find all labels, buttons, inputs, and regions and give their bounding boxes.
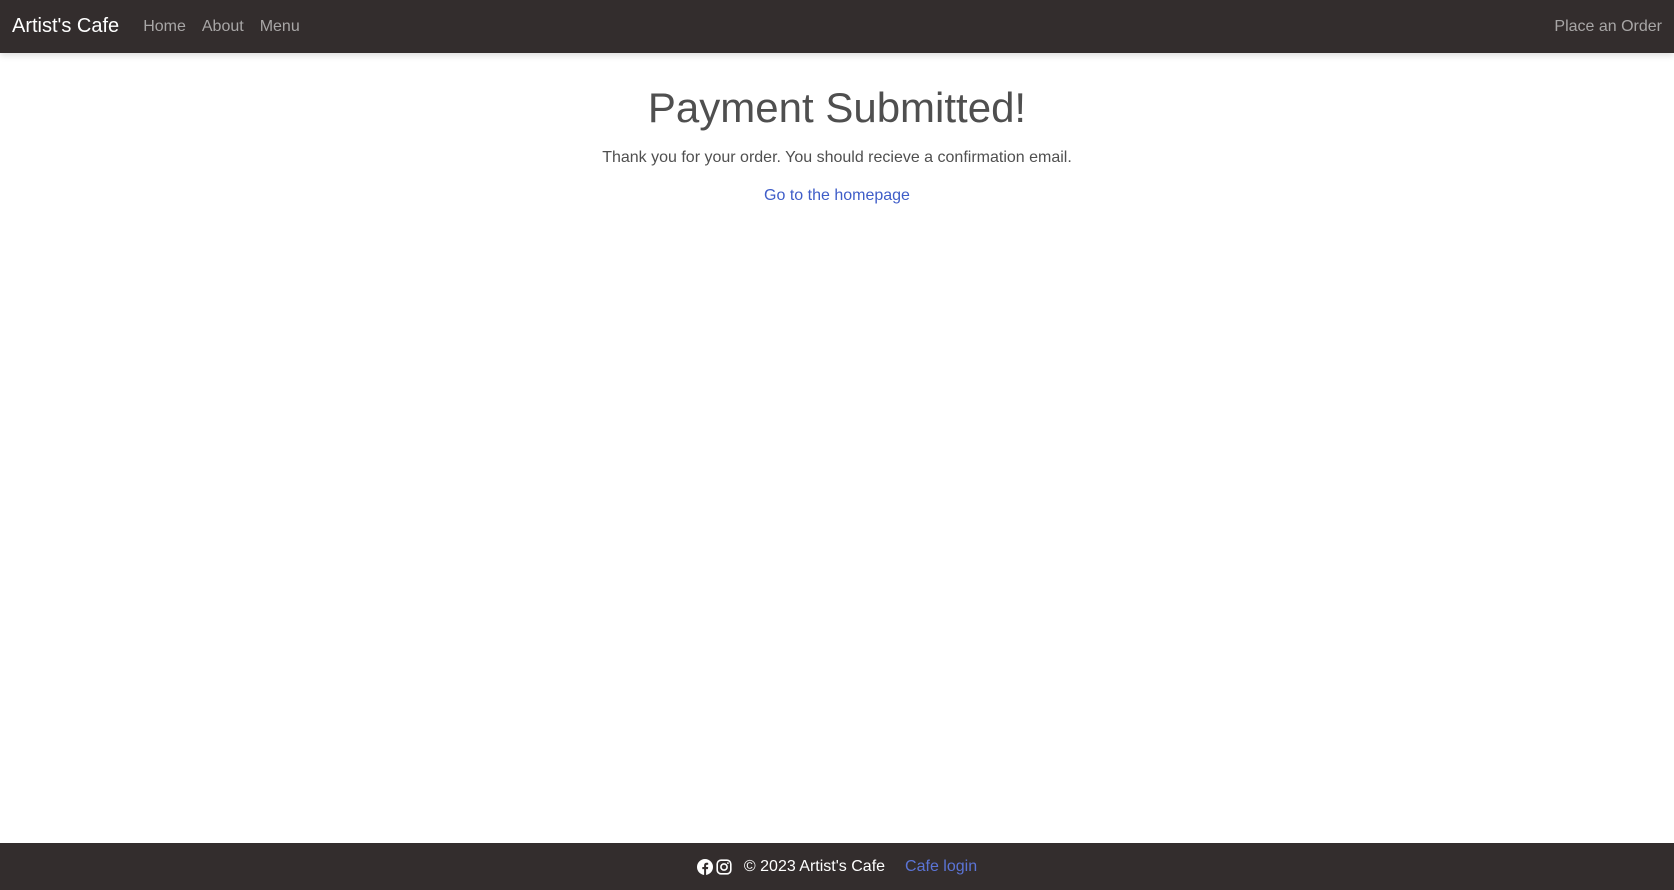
- nav-link-menu[interactable]: Menu: [260, 18, 300, 36]
- copyright-text: © 2023 Artist's Cafe: [743, 857, 886, 875]
- brand-link[interactable]: Artist's Cafe: [12, 15, 119, 38]
- facebook-icon[interactable]: [696, 858, 713, 875]
- place-order-link[interactable]: Place an Order: [1554, 18, 1662, 36]
- confirmation-message: Thank you for your order. You should rec…: [602, 149, 1072, 167]
- homepage-link[interactable]: Go to the homepage: [764, 187, 910, 205]
- instagram-icon[interactable]: [716, 858, 732, 875]
- cafe-login-link[interactable]: Cafe login: [905, 858, 977, 876]
- navbar: Artist's Cafe Home About Menu Place an O…: [0, 0, 1674, 53]
- main-content: Payment Submitted! Thank you for your or…: [0, 53, 1674, 205]
- social-links: [696, 858, 732, 875]
- page-title: Payment Submitted!: [647, 84, 1027, 131]
- nav-link-home[interactable]: Home: [143, 18, 186, 36]
- footer: © 2023 Artist's Cafe Cafe login: [0, 843, 1674, 890]
- page: Artist's Cafe Home About Menu Place an O…: [0, 0, 1674, 890]
- nav-link-about[interactable]: About: [202, 18, 244, 36]
- nav-links: Home About Menu: [143, 18, 300, 36]
